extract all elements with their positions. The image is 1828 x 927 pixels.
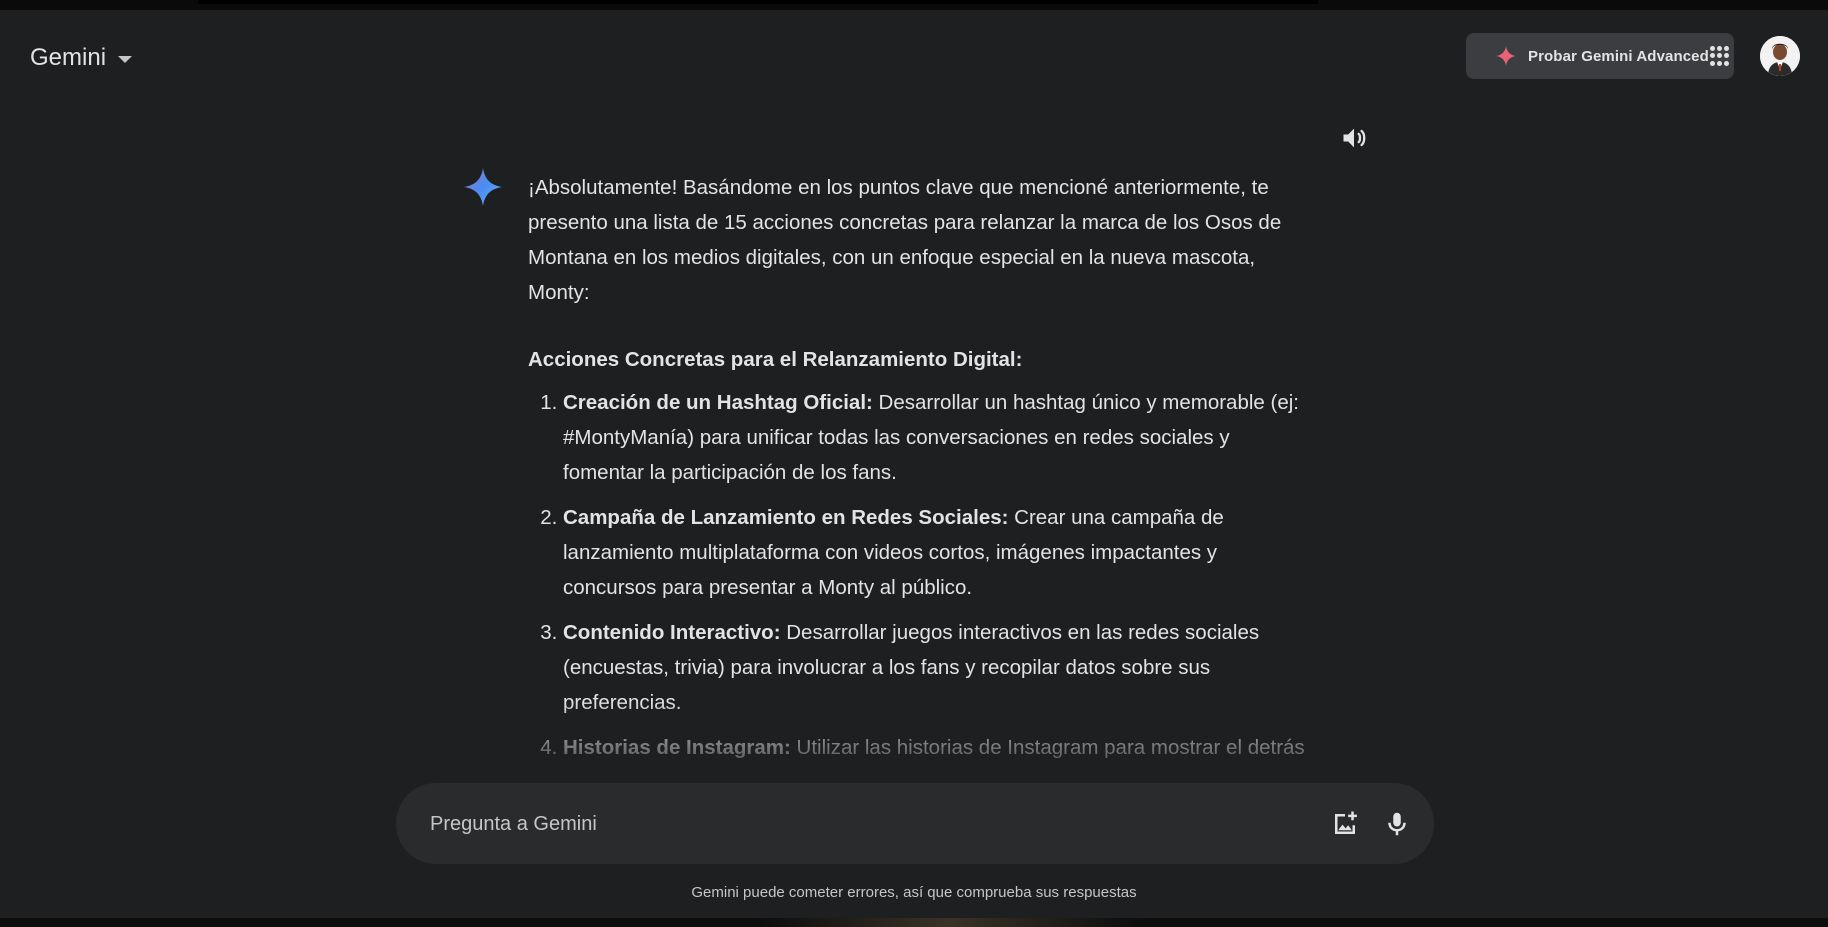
response-intro: ¡Absolutamente! Basándome en los puntos … — [528, 176, 1282, 304]
model-response: ¡Absolutamente! Basándome en los puntos … — [528, 170, 1308, 772]
microphone-icon[interactable] — [1382, 809, 1412, 839]
avatar[interactable] — [1760, 36, 1800, 76]
gemini-star-icon — [464, 168, 502, 206]
chevron-down-icon — [118, 56, 133, 63]
model-selector[interactable]: Gemini — [30, 44, 133, 72]
speaker-icon[interactable] — [1340, 124, 1368, 152]
response-heading: Acciones Concretas para el Relanzamiento… — [528, 348, 1023, 371]
apps-grid-icon[interactable] — [1710, 46, 1730, 66]
list-item-title: Contenido Interactivo: — [563, 621, 781, 644]
list-item: Campaña de Lanzamiento en Redes Sociales… — [563, 500, 1308, 605]
user-avatar-image — [1760, 36, 1800, 76]
bottom-window-strip — [0, 918, 1828, 927]
disclaimer-text: Gemini puede cometer errores, así que co… — [691, 884, 1137, 901]
list-item-title: Creación de un Hashtag Oficial: — [563, 391, 873, 414]
try-advanced-label: Probar Gemini Advanced — [1528, 47, 1709, 65]
app-title: Gemini — [30, 44, 107, 71]
top-window-strip — [0, 0, 1828, 10]
list-item-title: Campaña de Lanzamiento en Redes Sociales… — [563, 506, 1009, 529]
add-image-icon[interactable] — [1330, 809, 1360, 839]
list-item: Historias de Instagram: Utilizar las his… — [563, 730, 1308, 772]
list-item: Creación de un Hashtag Oficial: Desarrol… — [563, 385, 1308, 490]
try-advanced-button[interactable]: Probar Gemini Advanced — [1466, 33, 1734, 79]
actions-list: Creación de un Hashtag Oficial: Desarrol… — [528, 385, 1308, 772]
sparkle-icon — [1496, 46, 1516, 66]
list-item-title: Historias de Instagram: — [563, 736, 791, 759]
prompt-input[interactable] — [428, 783, 1312, 866]
prompt-box — [396, 783, 1434, 866]
list-item: Contenido Interactivo: Desarrollar juego… — [563, 615, 1308, 720]
